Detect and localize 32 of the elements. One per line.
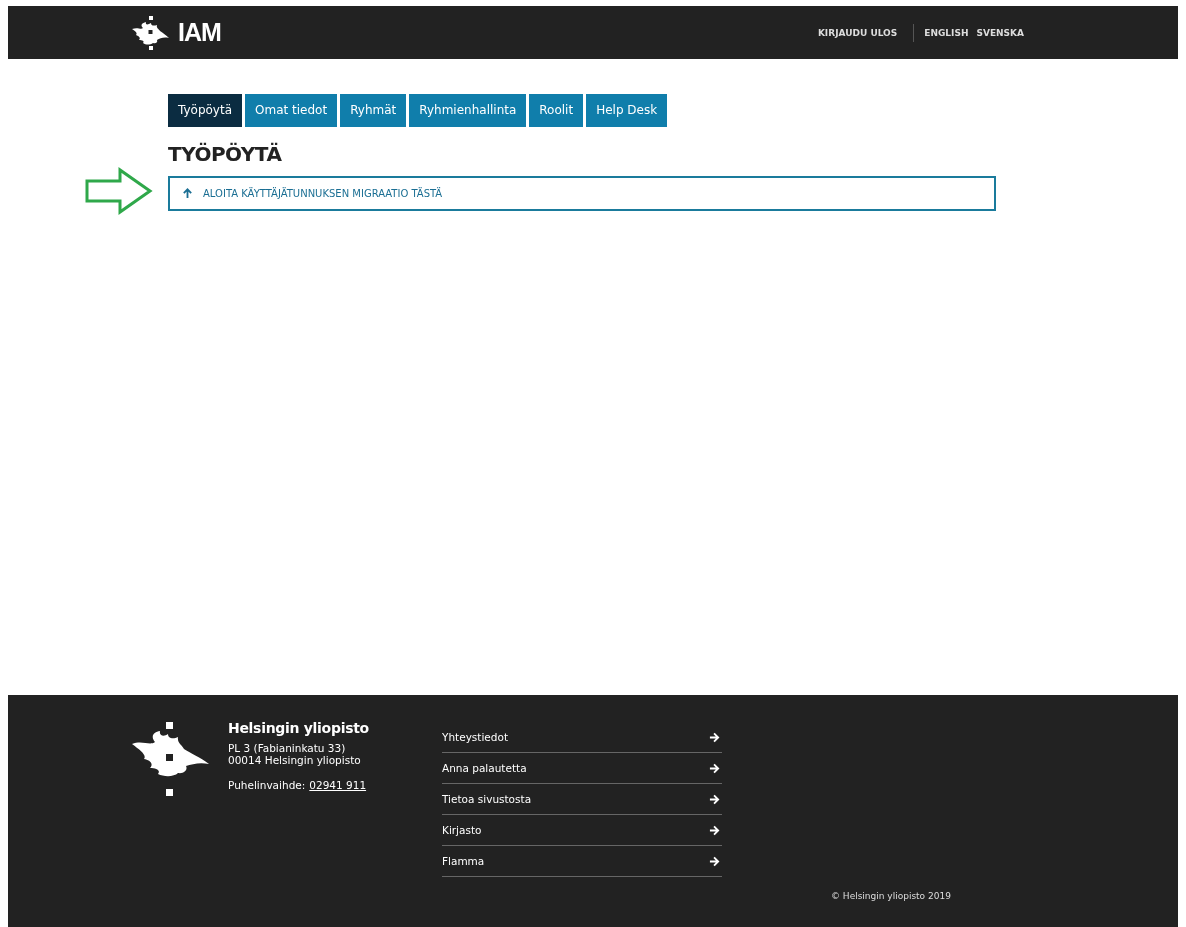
nav-tab[interactable]: Työpöytä [168,94,243,127]
nav-tab[interactable]: Omat tiedot [245,94,338,127]
phone-link[interactable]: 02941 911 [309,779,367,791]
nav-tab[interactable]: Ryhmät [340,94,407,127]
header-link[interactable]: KIRJAUDU ULOS [817,23,915,42]
logo-text[interactable]: IAM [178,18,221,47]
footer-link[interactable]: Anna palautetta [442,753,722,784]
nav-tab[interactable]: Help Desk [586,94,668,127]
flame-logo-icon [130,722,210,796]
arrow-up-icon [182,188,193,199]
nav-tab[interactable]: Roolit [529,94,584,127]
nav-tab[interactable]: Ryhmienhallinta [409,94,527,127]
footer-link[interactable]: Kirjasto [442,815,722,846]
footer-link[interactable]: Flamma [442,846,722,877]
address-line: PL 3 (Fabianinkatu 33) [228,742,347,754]
header-link[interactable]: ENGLISH [924,27,969,38]
arrow-right-icon [709,855,720,867]
migration-toggle[interactable]: ALOITA KÄYTTÄJÄTUNNUKSEN MIGRAATIO TÄSTÄ [168,176,996,211]
copyright-text: © Helsingin yliopisto 2019 [831,891,951,901]
arrow-right-icon [709,731,720,743]
header-link[interactable]: SVENSKA [976,27,1024,38]
page-title: TYÖPÖYTÄ [168,142,283,166]
arrow-right-icon [709,824,720,836]
phone-label: Puhelinvaihde: [228,779,306,791]
annotation-arrow [84,167,154,215]
flame-logo-icon [130,15,170,50]
footer-link[interactable]: Yhteystiedot [442,722,722,753]
footer-link[interactable]: Tietoa sivustosta [442,784,722,815]
arrow-right-icon [709,793,720,805]
university-name: Helsingin yliopisto [228,720,370,736]
arrow-right-icon [709,762,720,774]
address-line: 00014 Helsingin yliopisto [228,754,362,766]
